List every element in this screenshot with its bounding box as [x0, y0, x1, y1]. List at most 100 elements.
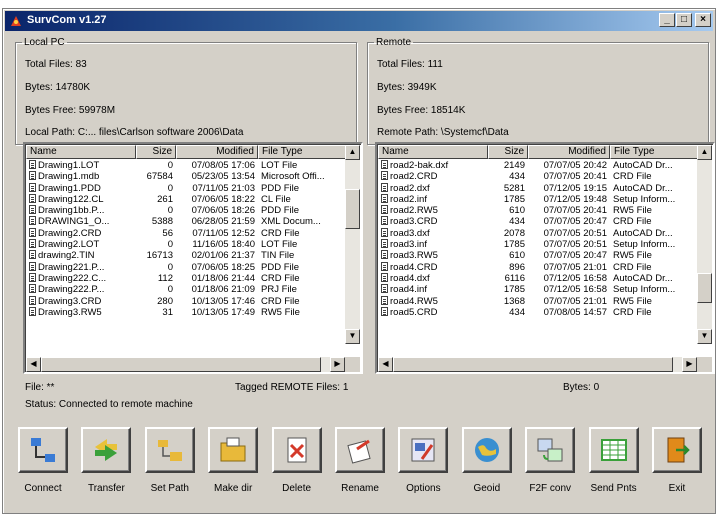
file-modified: 07/07/05 21:01	[543, 295, 607, 307]
remote-file-row[interactable]: road5.CRD 434 07/08/05 14:57 CRD File	[378, 306, 699, 318]
delete-button[interactable]	[271, 427, 322, 473]
toolbar-button-label: Exit	[668, 483, 686, 494]
set-path-button[interactable]	[144, 427, 195, 473]
local-col-modified[interactable]: Modified	[176, 145, 258, 159]
local-scroll-down-button[interactable]: ▼	[345, 329, 360, 344]
remote-file-list[interactable]: Name Size Modified File Type road2-bak.d…	[375, 142, 715, 374]
local-file-row[interactable]: Drawing1bb.P... 0 07/06/05 18:26 PDD File	[26, 205, 347, 216]
file-modified: 07/07/05 20:47	[543, 216, 607, 228]
local-vertical-scrollbar[interactable]: ▲ ▼	[345, 145, 360, 344]
rename-button[interactable]	[335, 427, 385, 473]
local-scroll-corner	[345, 357, 360, 372]
local-file-row[interactable]: Drawing2.CRD 56 07/11/05 12:52 CRD File	[26, 227, 347, 239]
local-scroll-right-button[interactable]: ▶	[330, 357, 345, 372]
make-dir-button[interactable]	[208, 427, 259, 473]
remote-file-row[interactable]: road4.inf 1785 07/12/05 16:58 Setup Inform.…	[378, 284, 699, 295]
file-size: 1785	[503, 193, 525, 205]
file-modified: 06/28/05 21:59	[191, 216, 255, 228]
geoid-button[interactable]	[461, 427, 512, 473]
file-icon	[29, 295, 36, 305]
minimize-button[interactable]: _	[659, 13, 675, 27]
remote-file-row[interactable]: road2.inf 1785 07/12/05 19:48 Setup Inform.…	[378, 193, 699, 205]
local-hscroll-thumb[interactable]	[41, 357, 321, 372]
file-icon	[29, 272, 36, 282]
send-pnts-button[interactable]	[588, 427, 639, 473]
local-file-row[interactable]: Drawing221.P... 0 07/06/05 18:25 PDD File	[26, 261, 347, 273]
remote-file-row[interactable]: road4.RW5 1368 07/07/05 21:01 RW5 File	[378, 295, 699, 307]
remote-file-row[interactable]: road2.RW5 610 07/07/05 20:41 RW5 File	[378, 205, 699, 216]
local-file-row[interactable]: Drawing2.LOT 0 11/16/05 18:40 LOT File	[26, 239, 347, 250]
local-col-filetype[interactable]: File Type	[258, 145, 347, 159]
remote-col-size[interactable]: Size	[488, 145, 528, 159]
local-file-list[interactable]: Name Size Modified File Type Drawing1.LO…	[23, 142, 363, 374]
remote-file-row[interactable]: road2.dxf 5281 07/12/05 19:15 AutoCAD Dr...	[378, 182, 699, 194]
file-type: CRD File	[613, 261, 652, 273]
remote-hscroll-thumb[interactable]	[393, 357, 673, 372]
local-file-row[interactable]: Drawing122.CL 261 07/06/05 18:22 CL File	[26, 193, 347, 205]
remote-file-row[interactable]: road3.dxf 2078 07/07/05 20:51 AutoCAD Dr...	[378, 227, 699, 239]
file-icon	[381, 284, 388, 294]
toolbar-button-label: Connect	[24, 483, 62, 494]
file-modified: 07/06/05 18:26	[191, 205, 255, 217]
file-type: RW5 File	[613, 250, 652, 262]
local-col-size[interactable]: Size	[136, 145, 176, 159]
local-file-row[interactable]: Drawing222.P... 0 01/18/06 21:09 PRJ File	[26, 284, 347, 295]
remote-file-row[interactable]: road4.CRD 896 07/07/05 21:01 CRD File	[378, 261, 699, 273]
file-name: Drawing1.PDD	[38, 182, 101, 194]
file-name-cell: Drawing1.LOT	[26, 160, 136, 171]
local-file-row[interactable]: Drawing222.C... 112 01/18/06 21:44 CRD File	[26, 272, 347, 284]
f2f-conv-button[interactable]	[525, 427, 576, 473]
file-type: CRD File	[613, 306, 652, 318]
local-file-row[interactable]: DRAWING1_O... 5388 06/28/05 21:59 XML Docum…	[26, 216, 347, 227]
file-type: Setup Inform...	[613, 239, 676, 251]
remote-file-row[interactable]: road3.RW5 610 07/07/05 20:47 RW5 File	[378, 250, 699, 261]
local-file-row[interactable]: Drawing1.mdb 67584 05/23/05 13:54 Microsoft…	[26, 171, 347, 182]
remote-file-row[interactable]: road2-bak.dxf 2149 07/07/05 20:42 AutoCAD D…	[378, 160, 699, 171]
local-horizontal-scrollbar[interactable]: ◀ ▶	[26, 357, 345, 372]
remote-col-filetype[interactable]: File Type	[610, 145, 699, 159]
file-modified: 07/12/05 16:58	[543, 272, 607, 284]
file-name-cell: Drawing2.CRD	[26, 227, 136, 239]
remote-file-row[interactable]: road3.CRD 434 07/07/05 20:47 CRD File	[378, 216, 699, 227]
local-scroll-left-button[interactable]: ◀	[26, 357, 41, 372]
remote-legend: Remote	[376, 37, 412, 48]
local-col-name[interactable]: Name	[26, 145, 136, 159]
close-button[interactable]: ×	[695, 13, 711, 27]
file-name: road3.inf	[390, 239, 427, 251]
file-name: Drawing122.CL	[38, 193, 104, 205]
local-file-row[interactable]: Drawing3.RW5 31 10/13/05 17:49 RW5 File	[26, 306, 347, 318]
toolbar-button-label: Send Pnts	[590, 483, 637, 494]
remote-scroll-up-button[interactable]: ▲	[697, 145, 712, 160]
remote-col-name[interactable]: Name	[378, 145, 488, 159]
local-scroll-thumb[interactable]	[345, 189, 360, 229]
remote-file-row[interactable]: road4.dxf 6116 07/12/05 16:58 AutoCAD Dr...	[378, 272, 699, 284]
remote-scroll-thumb[interactable]	[697, 273, 712, 303]
local-file-row[interactable]: drawing2.TIN 16713 02/01/06 21:37 TIN File	[26, 250, 347, 261]
file-modified: 07/12/05 16:58	[543, 284, 607, 296]
globe-icon	[474, 438, 499, 462]
remote-vertical-scrollbar[interactable]: ▲ ▼	[697, 145, 712, 344]
local-file-row[interactable]: Drawing1.PDD 0 07/11/05 21:03 PDD File	[26, 182, 347, 194]
remote-file-row[interactable]: road3.inf 1785 07/07/05 20:51 Setup Inform.…	[378, 239, 699, 250]
local-file-row[interactable]: Drawing1.LOT 0 07/08/05 17:06 LOT File	[26, 160, 347, 171]
file-type: CRD File	[261, 295, 300, 307]
title-bar[interactable]: SurvCom v1.27 _ □ ×	[5, 11, 713, 31]
exit-button[interactable]	[652, 427, 702, 473]
remote-scroll-down-button[interactable]: ▼	[697, 329, 712, 344]
file-type: RW5 File	[613, 295, 652, 307]
file-name-cell: road4.inf	[378, 284, 488, 295]
local-file-row[interactable]: Drawing3.CRD 280 10/13/05 17:46 CRD File	[26, 295, 347, 307]
remote-scroll-left-button[interactable]: ◀	[378, 357, 393, 372]
local-scroll-up-button[interactable]: ▲	[345, 145, 360, 160]
remote-file-row[interactable]: road2.CRD 434 07/07/05 20:41 CRD File	[378, 171, 699, 182]
connect-button[interactable]	[18, 427, 68, 473]
remote-scroll-right-button[interactable]: ▶	[682, 357, 697, 372]
file-name: road3.dxf	[390, 227, 430, 239]
remote-horizontal-scrollbar[interactable]: ◀ ▶	[378, 357, 697, 372]
transfer-button[interactable]	[81, 427, 132, 473]
options-button[interactable]	[398, 427, 449, 473]
remote-col-modified[interactable]: Modified	[528, 145, 610, 159]
file-icon	[29, 205, 36, 215]
maximize-button[interactable]: □	[676, 13, 692, 27]
file-name: Drawing3.RW5	[38, 306, 102, 318]
